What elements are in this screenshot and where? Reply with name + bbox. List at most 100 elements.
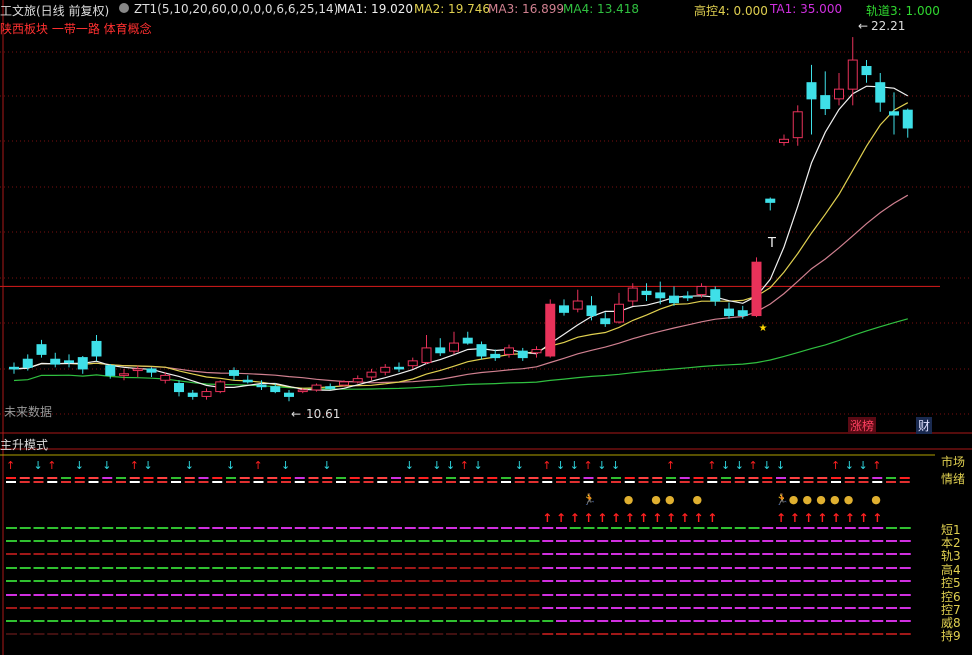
candle-body bbox=[174, 382, 184, 393]
strategy-bar bbox=[198, 553, 210, 555]
strategy-bar bbox=[803, 527, 815, 529]
buy-arrow: ↑ bbox=[872, 511, 882, 525]
strategy-bar bbox=[624, 567, 636, 569]
strategy-bar bbox=[858, 633, 870, 635]
strategy-bar bbox=[363, 620, 375, 622]
zhangting-button[interactable]: 涨榜 bbox=[848, 417, 877, 434]
buy-arrow: ↑ bbox=[652, 511, 662, 525]
strategy-bar bbox=[281, 553, 292, 555]
strategy-bar bbox=[143, 540, 155, 542]
strategy-bar bbox=[624, 580, 636, 582]
strategy-bar bbox=[129, 527, 141, 529]
strategy-bar bbox=[679, 527, 691, 529]
mood-bar bbox=[61, 477, 71, 479]
strategy-bar bbox=[267, 580, 279, 582]
concept-tags[interactable]: 陕西板块 一带一路 体育概念 bbox=[0, 20, 152, 37]
strategy-bar bbox=[803, 633, 815, 635]
mood-bar bbox=[171, 477, 181, 479]
formula-name[interactable]: ZT1(5,10,20,60,0,0,0,0,6,6,25,14) bbox=[134, 2, 338, 16]
strategy-bar bbox=[377, 607, 389, 609]
buy-arrow: ↑ bbox=[804, 511, 814, 525]
strategy-bar bbox=[459, 553, 471, 555]
mood-bar bbox=[377, 481, 388, 483]
strategy-bar bbox=[212, 594, 224, 596]
strategy-bar bbox=[336, 567, 347, 569]
strategy-bar bbox=[473, 540, 485, 542]
strategy-bar bbox=[322, 594, 334, 596]
strategy-bar bbox=[184, 594, 196, 596]
finance-button[interactable]: 财 bbox=[916, 417, 933, 434]
candle-body bbox=[779, 138, 789, 144]
strategy-bar bbox=[253, 540, 265, 542]
strategy-bar bbox=[583, 594, 595, 596]
strategy-bar bbox=[88, 620, 100, 622]
strategy-bar bbox=[652, 527, 664, 529]
strategy-bar bbox=[899, 527, 911, 529]
strategy-bar bbox=[391, 580, 402, 582]
strategy-bar bbox=[858, 580, 870, 582]
strategy-bar bbox=[886, 540, 897, 542]
strategy-bar bbox=[446, 540, 457, 542]
strategy-bar bbox=[61, 580, 72, 582]
strategy-bar bbox=[817, 594, 829, 596]
strategy-bar bbox=[776, 607, 787, 609]
candle-body bbox=[229, 370, 239, 376]
strategy-bar bbox=[47, 620, 59, 622]
ta1-value: TA1: 35.000 bbox=[770, 2, 843, 16]
strategy-bar bbox=[844, 553, 856, 555]
high-price-label: 22.21 bbox=[871, 19, 906, 33]
strategy-bar bbox=[143, 580, 155, 582]
mood-bar bbox=[459, 477, 470, 479]
strategy-bar bbox=[74, 594, 86, 596]
star-icon: ★ bbox=[759, 323, 768, 334]
ma3-line bbox=[13, 194, 909, 384]
candle-body bbox=[352, 378, 363, 383]
low-price-label: 10.61 bbox=[306, 407, 341, 421]
strategy-bar bbox=[514, 594, 526, 596]
strategy-bar bbox=[391, 594, 402, 596]
strategy-bar bbox=[418, 607, 430, 609]
market-arrow: ↓ bbox=[75, 459, 84, 472]
strategy-bar bbox=[611, 580, 622, 582]
strategy-bar bbox=[789, 527, 801, 529]
strategy-bar bbox=[116, 540, 127, 542]
kline-chart[interactable]: ★↑ ↓ ↑ ↓ ↓ ↑ ↓ ↓ ↓ ↑ ↓ ↓ ↓ ↓ ↓ ↑ ↓ ↓ ↑ ↓ ↓ ↑ ↓ ↓ ↑ ↑ ↓ ↓ ↑ ↓ ↓ ↑ ↓ ↓ ↑🏃 ● ● ●… bbox=[0, 0, 972, 655]
mood-bar bbox=[308, 481, 319, 483]
strategy-bar bbox=[817, 633, 829, 635]
settings-icon[interactable] bbox=[119, 3, 129, 13]
strategy-bar bbox=[294, 594, 306, 596]
strategy-bar bbox=[363, 567, 375, 569]
strategy-bar bbox=[501, 567, 512, 569]
moneybag-icon: ● bbox=[651, 493, 661, 506]
mood-bar bbox=[391, 481, 401, 483]
strategy-bar bbox=[363, 553, 375, 555]
market-arrow: ↑ bbox=[254, 459, 263, 472]
candle-body bbox=[476, 344, 487, 357]
strategy-bar bbox=[157, 594, 169, 596]
strategy-bar bbox=[886, 607, 897, 609]
strategy-bar bbox=[198, 580, 210, 582]
strategy-bar bbox=[556, 540, 567, 542]
strategy-bar bbox=[281, 607, 292, 609]
mood-bar bbox=[47, 477, 58, 479]
strategy-bar bbox=[33, 594, 45, 596]
mood-bar bbox=[666, 481, 676, 483]
candle-body bbox=[682, 295, 693, 299]
strategy-bar bbox=[349, 540, 361, 542]
strategy-bar bbox=[88, 633, 100, 635]
moneybag-icon: 🏃 bbox=[775, 493, 789, 506]
strategy-bar bbox=[239, 567, 251, 569]
strategy-bar bbox=[597, 567, 609, 569]
candle-body bbox=[366, 371, 377, 378]
strategy-bar bbox=[542, 540, 554, 542]
strategy-bar bbox=[611, 594, 622, 596]
buy-arrow: ↑ bbox=[597, 511, 607, 525]
strategy-bar bbox=[693, 607, 705, 609]
strategy-bar bbox=[638, 594, 650, 596]
strategy-bar bbox=[47, 607, 59, 609]
panel-title[interactable]: 主升模式 bbox=[0, 436, 48, 453]
strategy-bar bbox=[308, 527, 320, 529]
strategy-bar bbox=[514, 540, 526, 542]
strategy-bar bbox=[184, 633, 196, 635]
stock-title[interactable]: 工文旅(日线 前复权) bbox=[0, 2, 109, 19]
